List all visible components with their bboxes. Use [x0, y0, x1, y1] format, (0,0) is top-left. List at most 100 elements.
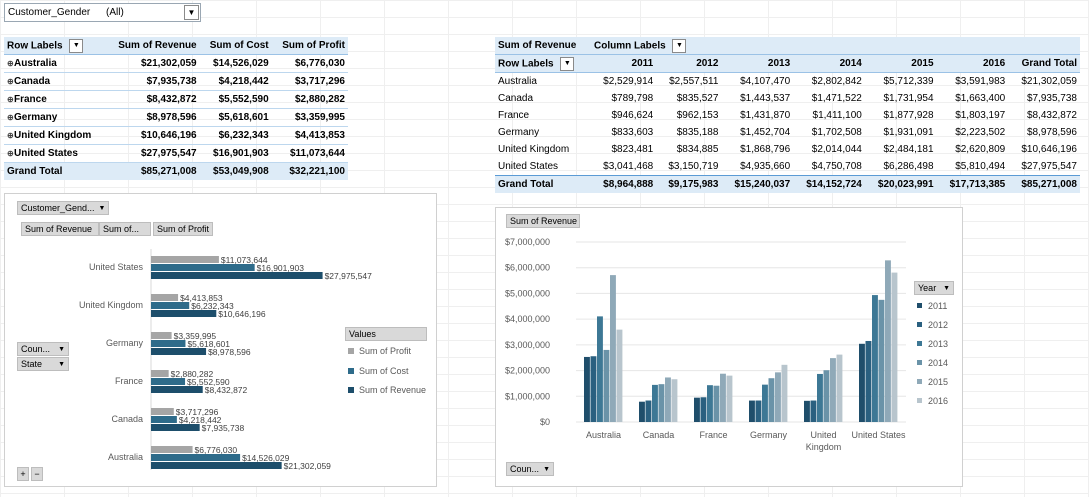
data-label: $21,302,059: [284, 461, 332, 471]
column-labels-header[interactable]: Column Labels ▼: [591, 37, 1080, 55]
column-bar: [603, 349, 610, 422]
column-bar: [700, 397, 707, 422]
pivot-row[interactable]: Germany $833,603 $835,188 $1,452,704 $1,702…: [495, 124, 1080, 141]
data-label: $8,978,596: [208, 347, 251, 357]
legend-label: 2016: [928, 396, 948, 406]
column-bar: [720, 373, 726, 422]
chevron-down-icon: ▼: [943, 284, 950, 292]
column-chart: $0 $1,000,000 $2,000,000 $3,000,000 $4,000,0…: [505, 237, 948, 452]
year-legend-button[interactable]: Year ▼: [914, 281, 954, 295]
legend-swatch: [917, 341, 922, 346]
pivot-row[interactable]: United States $3,041,468 $3,150,719 $4,935…: [495, 158, 1080, 176]
category-label: United States: [89, 262, 144, 272]
pivot-row[interactable]: ⊕Canada $7,935,738 $4,218,442 $3,717,296: [4, 72, 348, 91]
column-bar: [768, 378, 775, 422]
grand-total-row: Grand Total $8,964,888 $9,175,983 $15,240,…: [495, 175, 1080, 193]
expand-icon[interactable]: ⊕: [7, 77, 14, 86]
category-label: Canada: [111, 414, 143, 424]
legend-label: 2015: [928, 377, 948, 387]
column-labels-filter-icon[interactable]: ▼: [672, 38, 687, 53]
bar: [151, 446, 193, 453]
year-header: 2013: [721, 54, 794, 73]
category-label: France: [115, 376, 143, 386]
bar: [151, 424, 200, 431]
column-bar: [713, 385, 720, 422]
pivot-row[interactable]: United Kingdom $823,481 $834,885 $1,868,79…: [495, 141, 1080, 158]
row-labels-header-right[interactable]: Row Labels ▼: [495, 54, 591, 73]
column-bar: [823, 370, 830, 422]
y-tick-label: $1,000,000: [505, 391, 550, 401]
sum-revenue-header[interactable]: Sum of Revenue: [106, 37, 200, 55]
column-bar: [836, 354, 843, 422]
report-filter-dropdown-icon[interactable]: ▼: [184, 5, 199, 20]
data-label: $10,646,196: [218, 309, 266, 319]
x-tick-label: Kingdom: [806, 442, 842, 452]
column-bar: [590, 356, 597, 422]
column-bar: [830, 358, 836, 422]
expand-icon[interactable]: ⊕: [7, 149, 14, 158]
column-bar: [817, 373, 823, 422]
column-bar: [597, 316, 603, 422]
expand-icon[interactable]: ⊕: [7, 59, 14, 68]
right-pivot-chart[interactable]: Sum of Revenue $0 $1,000,000 $2,000,000 $3,…: [495, 207, 963, 487]
column-bar: [891, 272, 898, 422]
column-bar: [726, 375, 733, 422]
pivot-row[interactable]: ⊕United Kingdom $10,646,196 $6,232,343 $…: [4, 126, 348, 145]
values-legend-title: Values: [345, 327, 427, 341]
expand-icon[interactable]: ⊕: [7, 113, 14, 122]
data-label: $16,901,903: [257, 263, 305, 273]
left-pivot-table: Row Labels ▼ Sum of Revenue Sum of Cost …: [4, 37, 348, 180]
pivot-row[interactable]: ⊕Australia $21,302,059 $14,526,029 $6,77…: [4, 54, 348, 73]
country-axis-button[interactable]: Coun... ▼: [506, 462, 554, 476]
expand-icon[interactable]: ⊕: [7, 131, 14, 140]
column-bar: [878, 299, 885, 422]
column-bar: [616, 329, 623, 422]
pivot-row[interactable]: ⊕United States $27,975,547 $16,901,903 $…: [4, 144, 348, 163]
sum-cost-header[interactable]: Sum of Cost: [199, 37, 272, 55]
legend-swatch: [348, 368, 354, 374]
sum-profit-header[interactable]: Sum of Profit: [271, 37, 348, 55]
expand-field-button[interactable]: +: [17, 467, 29, 481]
legend-label: 2014: [928, 358, 948, 368]
row-labels-right-filter-icon[interactable]: ▼: [560, 56, 575, 71]
expand-icon[interactable]: ⊕: [7, 95, 14, 104]
pivot-row[interactable]: Canada $789,798 $835,527 $1,443,537 $1,471,…: [495, 90, 1080, 107]
year-header: 2016: [936, 54, 1009, 73]
pivot-row[interactable]: Australia $2,529,914 $2,557,511 $4,107,470…: [495, 73, 1080, 91]
y-tick-label: $3,000,000: [505, 340, 550, 350]
legend-item-profit: Sum of Profit: [348, 346, 411, 356]
y-tick-label: $2,000,000: [505, 366, 550, 376]
grand-total-row: Grand Total $85,271,008 $53,049,908 $32,…: [4, 162, 348, 180]
y-tick-label: $0: [540, 417, 550, 427]
data-label: $8,432,872: [205, 385, 248, 395]
row-labels-filter-icon[interactable]: ▼: [69, 38, 84, 53]
legend-swatch: [348, 387, 354, 393]
collapse-field-button[interactable]: −: [31, 467, 43, 481]
year-header: 2011: [591, 54, 657, 73]
column-bar: [658, 384, 665, 422]
pivot-row[interactable]: ⊕Germany $8,978,596 $5,618,601 $3,359,99…: [4, 108, 348, 127]
bar: [151, 408, 174, 415]
category-label: Australia: [108, 452, 143, 462]
x-tick-label: United: [810, 430, 836, 440]
bar: [151, 302, 190, 309]
row-labels-header[interactable]: Row Labels ▼: [4, 37, 106, 55]
left-pivot-chart[interactable]: Customer_Gend... ▼ Sum of Revenue Sum of.…: [4, 193, 437, 487]
y-tick-label: $6,000,000: [505, 263, 550, 273]
bar: [151, 462, 282, 469]
x-tick-label: France: [699, 430, 727, 440]
pivot-row[interactable]: France $946,624 $962,153 $1,431,870 $1,411,…: [495, 107, 1080, 124]
column-bar: [810, 400, 817, 422]
column-bar: [755, 400, 762, 422]
report-filter[interactable]: Customer_Gender (All) ▼: [4, 3, 201, 22]
legend-swatch: [917, 322, 922, 327]
bar: [151, 272, 323, 279]
column-bar: [749, 400, 755, 422]
column-bar: [859, 343, 865, 422]
column-bar: [865, 340, 872, 422]
column-bar: [694, 397, 700, 422]
bar: [151, 256, 219, 263]
pivot-row[interactable]: ⊕France $8,432,872 $5,552,590 $2,880,282: [4, 90, 348, 109]
y-tick-label: $5,000,000: [505, 288, 550, 298]
year-header: 2014: [793, 54, 865, 73]
